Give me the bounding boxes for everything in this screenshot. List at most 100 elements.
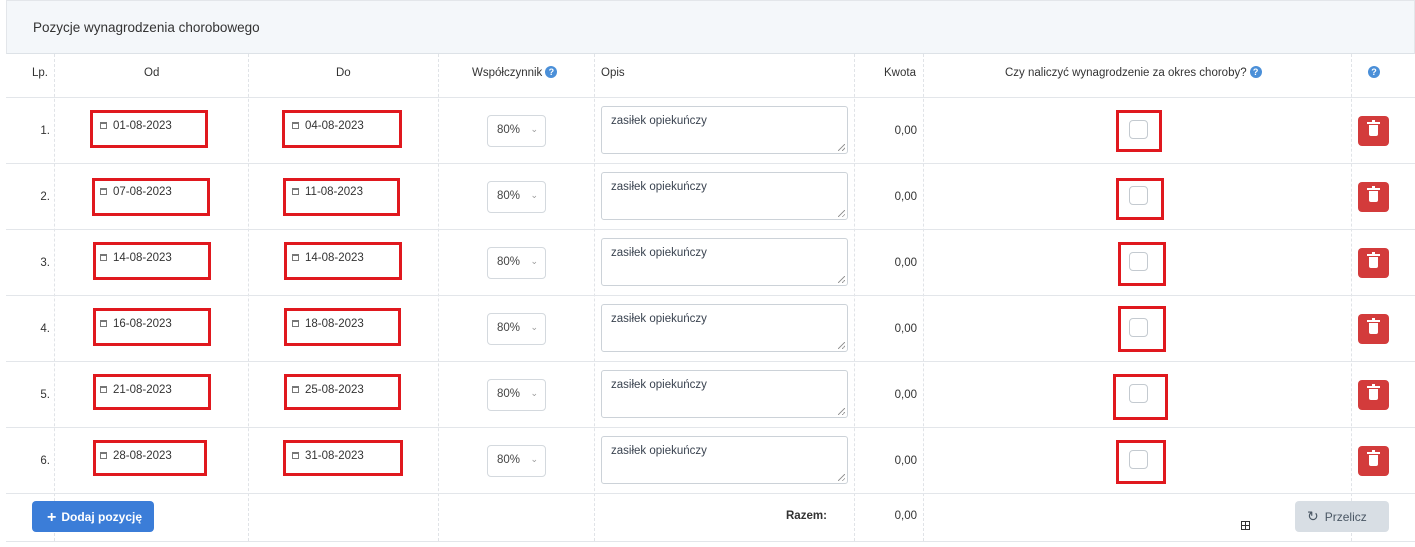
- description-textarea[interactable]: zasiłek opiekuńczy: [601, 370, 848, 418]
- table-row: 5. 21-08-2023 25-08-2023 80% ⌄ zasiłek op…: [6, 362, 1415, 428]
- sick-pay-checkbox[interactable]: [1129, 252, 1148, 271]
- amount-value: 0,00: [894, 323, 917, 335]
- coefficient-value: 80%: [497, 454, 521, 466]
- date-from-value: 21-08-2023: [113, 384, 172, 396]
- trash-icon: [1367, 120, 1380, 136]
- coefficient-select[interactable]: 80% ⌄: [487, 379, 546, 411]
- description-value: zasiłek opiekuńczy: [611, 313, 707, 325]
- header-wspolczynnik-label: Współczynnik: [472, 67, 543, 80]
- resize-handle-icon[interactable]: [838, 276, 845, 283]
- calendar-icon: [100, 254, 107, 261]
- coefficient-value: 80%: [497, 322, 521, 334]
- trash-icon: [1367, 318, 1380, 334]
- date-from-value: 07-08-2023: [113, 186, 172, 198]
- date-to-value: 14-08-2023: [305, 252, 364, 264]
- header-naliczyc: Czy naliczyć wynagrodzenie za okres chor…: [1005, 66, 1262, 80]
- coefficient-select[interactable]: 80% ⌄: [487, 313, 546, 345]
- coefficient-value: 80%: [497, 256, 521, 268]
- date-to-input[interactable]: 11-08-2023: [292, 179, 363, 205]
- description-value: zasiłek opiekuńczy: [611, 115, 707, 127]
- table-row: 1. 01-08-2023 04-08-2023 80% ⌄ zasiłek op…: [6, 98, 1415, 164]
- header-wspolczynnik: Współczynnik?: [472, 66, 558, 80]
- delete-row-button[interactable]: [1358, 380, 1389, 410]
- date-to-input[interactable]: 31-08-2023: [292, 443, 364, 469]
- date-from-input[interactable]: 01-08-2023: [100, 113, 172, 139]
- date-to-input[interactable]: 25-08-2023: [292, 377, 364, 403]
- sick-pay-checkbox[interactable]: [1129, 186, 1148, 205]
- date-from-value: 16-08-2023: [113, 318, 172, 330]
- description-textarea[interactable]: zasiłek opiekuńczy: [601, 304, 848, 352]
- amount-value: 0,00: [894, 191, 917, 203]
- grid-icon: [1241, 521, 1250, 530]
- trash-icon: [1367, 186, 1380, 202]
- resize-handle-icon[interactable]: [838, 210, 845, 217]
- calendar-icon: [100, 386, 107, 393]
- delete-row-button[interactable]: [1358, 446, 1389, 476]
- refresh-icon: ↻: [1307, 508, 1319, 524]
- header-opis: Opis: [601, 67, 625, 79]
- sick-pay-checkbox[interactable]: [1129, 450, 1148, 469]
- chevron-down-icon: ⌄: [530, 388, 538, 398]
- date-from-input[interactable]: 28-08-2023: [100, 443, 172, 469]
- coefficient-select[interactable]: 80% ⌄: [487, 445, 546, 477]
- help-icon[interactable]: ?: [545, 66, 558, 78]
- calendar-icon: [100, 452, 107, 459]
- description-textarea[interactable]: zasiłek opiekuńczy: [601, 436, 848, 484]
- description-textarea[interactable]: zasiłek opiekuńczy: [601, 106, 848, 154]
- sick-pay-checkbox[interactable]: [1129, 120, 1148, 139]
- sick-pay-checkbox[interactable]: [1129, 384, 1148, 403]
- date-from-input[interactable]: 07-08-2023: [100, 179, 172, 205]
- calendar-icon: [100, 122, 107, 129]
- amount-value: 0,00: [894, 257, 917, 269]
- header-kwota: Kwota: [884, 67, 916, 79]
- coefficient-select[interactable]: 80% ⌄: [487, 115, 546, 147]
- resize-handle-icon[interactable]: [838, 144, 845, 151]
- panel-header: Pozycje wynagrodzenia chorobowego: [6, 0, 1415, 54]
- description-value: zasiłek opiekuńczy: [611, 379, 707, 391]
- delete-row-button[interactable]: [1358, 182, 1389, 212]
- description-value: zasiłek opiekuńczy: [611, 181, 707, 193]
- chevron-down-icon: ⌄: [530, 124, 538, 134]
- delete-row-button[interactable]: [1358, 248, 1389, 278]
- trash-icon: [1367, 450, 1380, 466]
- description-textarea[interactable]: zasiłek opiekuńczy: [601, 172, 848, 220]
- description-textarea[interactable]: zasiłek opiekuńczy: [601, 238, 848, 286]
- header-lp: Lp.: [32, 67, 48, 79]
- resize-handle-icon[interactable]: [838, 474, 845, 481]
- date-from-input[interactable]: 14-08-2023: [100, 245, 172, 271]
- row-number: 6.: [40, 455, 50, 467]
- header-naliczyc-label: Czy naliczyć wynagrodzenie za okres chor…: [1005, 67, 1247, 80]
- description-value: zasiłek opiekuńczy: [611, 445, 707, 457]
- sick-pay-checkbox[interactable]: [1129, 318, 1148, 337]
- trash-icon: [1367, 252, 1380, 268]
- date-from-input[interactable]: 16-08-2023: [100, 311, 172, 337]
- coefficient-value: 80%: [497, 388, 521, 400]
- add-position-button[interactable]: + Dodaj pozycję: [32, 501, 154, 532]
- row-number: 4.: [40, 323, 50, 335]
- recalculate-button[interactable]: ↻ Przelicz: [1295, 501, 1389, 532]
- chevron-down-icon: ⌄: [530, 454, 538, 464]
- date-from-value: 14-08-2023: [113, 252, 172, 264]
- date-from-input[interactable]: 21-08-2023: [100, 377, 172, 403]
- delete-row-button[interactable]: [1358, 314, 1389, 344]
- date-to-input[interactable]: 04-08-2023: [292, 113, 364, 139]
- date-to-input[interactable]: 14-08-2023: [292, 245, 364, 271]
- amount-value: 0,00: [894, 455, 917, 467]
- add-position-label: Dodaj pozycję: [61, 510, 143, 524]
- coefficient-select[interactable]: 80% ⌄: [487, 181, 546, 213]
- panel-title: Pozycje wynagrodzenia chorobowego: [33, 20, 260, 35]
- calendar-icon: [292, 386, 299, 393]
- row-number: 2.: [40, 191, 50, 203]
- calendar-icon: [292, 188, 299, 195]
- resize-handle-icon[interactable]: [838, 342, 845, 349]
- date-to-input[interactable]: 18-08-2023: [292, 311, 364, 337]
- date-to-value: 18-08-2023: [305, 318, 364, 330]
- coefficient-value: 80%: [497, 190, 521, 202]
- amount-value: 0,00: [894, 125, 917, 137]
- coefficient-select[interactable]: 80% ⌄: [487, 247, 546, 279]
- calendar-icon: [292, 320, 299, 327]
- resize-handle-icon[interactable]: [838, 408, 845, 415]
- delete-row-button[interactable]: [1358, 116, 1389, 146]
- help-icon[interactable]: ?: [1249, 66, 1262, 78]
- help-icon[interactable]: ?: [1368, 66, 1380, 78]
